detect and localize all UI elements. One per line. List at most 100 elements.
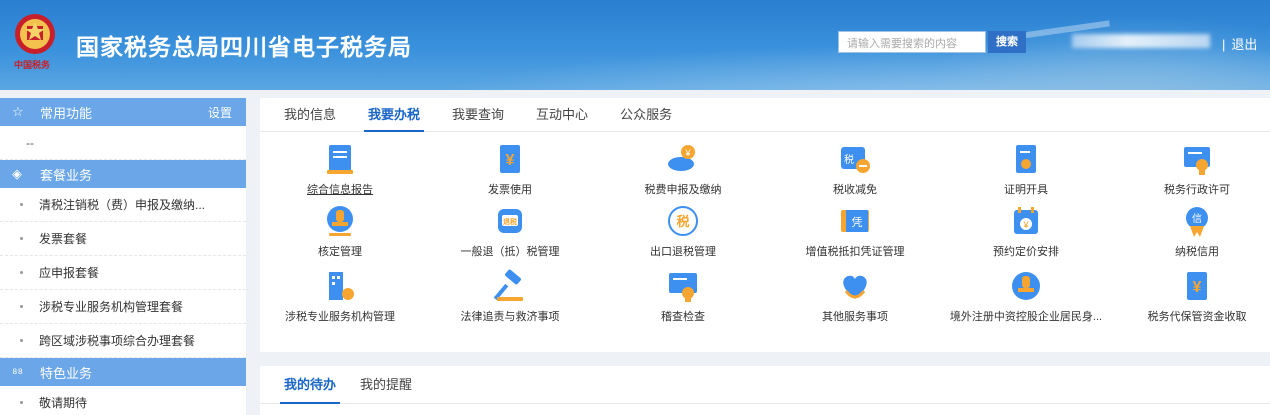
user-info-blurred xyxy=(1072,34,1210,48)
tax-emblem-logo: 中国税务 xyxy=(14,14,55,71)
settings-link[interactable]: 设置 xyxy=(208,104,232,121)
heart-icon xyxy=(843,275,867,299)
search-input[interactable]: 请输入需要搜索的内容 xyxy=(838,31,986,53)
function-item[interactable]: 税出口退税管理 xyxy=(603,204,763,259)
function-item[interactable]: 退税 一般退（抵）税管理 xyxy=(430,204,590,259)
tax-relief-icon: 税 xyxy=(841,147,870,173)
function-item[interactable]: 其他服务事项 xyxy=(775,269,935,324)
function-item[interactable]: 稽查检查 xyxy=(603,269,763,324)
export-refund-icon: 税 xyxy=(668,206,698,236)
function-item[interactable]: 核定管理 xyxy=(260,204,420,259)
sidebar-item[interactable]: 发票套餐 xyxy=(0,222,246,256)
function-item[interactable]: 法律追责与救济事项 xyxy=(430,269,590,324)
function-label: 出口退税管理 xyxy=(650,246,716,258)
svg-text:税: 税 xyxy=(844,153,854,166)
credit-icon: 信 xyxy=(1186,207,1208,237)
sidebar-item-label: 跨区域涉税事项综合办理套餐 xyxy=(39,334,196,348)
svg-text:税: 税 xyxy=(676,214,689,229)
function-item[interactable]: 凭增值税抵扣凭证管理 xyxy=(775,204,935,259)
function-label: 发票使用 xyxy=(488,184,532,196)
sidebar-item[interactable]: 涉税专业服务机构管理套餐 xyxy=(0,290,246,324)
function-label: 涉税专业服务机构管理 xyxy=(285,311,395,323)
star-icon: ☆ xyxy=(12,104,24,119)
refund-icon: 退税 xyxy=(498,209,522,233)
sidebar-head-common[interactable]: ☆ 常用功能 设置 xyxy=(0,98,246,126)
sidebar-head-package[interactable]: ◈ 套餐业务 xyxy=(0,160,246,188)
sidebar-item[interactable]: 应申报套餐 xyxy=(0,256,246,290)
search-button[interactable]: 搜索 xyxy=(988,31,1026,53)
tab-interaction[interactable]: 互动中心 xyxy=(536,98,588,131)
sidebar-head-label: 常用功能 xyxy=(40,105,93,121)
tax-payment-icon: ¥ xyxy=(668,145,695,171)
sidebar-head-label: 特色业务 xyxy=(40,365,93,381)
function-item[interactable]: 证明开具 xyxy=(946,142,1106,197)
grid-icon: ⁸⁸ xyxy=(12,364,23,380)
sidebar-head-label: 套餐业务 xyxy=(40,167,93,183)
gavel-icon xyxy=(493,269,523,301)
function-label: 证明开具 xyxy=(1004,184,1048,196)
agency-icon xyxy=(329,272,354,300)
function-item[interactable]: 境外注册中资控股企业居民身... xyxy=(946,269,1106,324)
report-icon xyxy=(327,145,353,174)
function-item[interactable]: 信纳税信用 xyxy=(1117,204,1270,259)
tab-my-info[interactable]: 我的信息 xyxy=(284,98,336,131)
function-item[interactable]: 税务行政许可 xyxy=(1117,142,1270,197)
tab-public-service[interactable]: 公众服务 xyxy=(620,98,672,131)
function-panel: 我的信息 我要办税 我要查询 互动中心 公众服务 综合信息报告 ¥ 发票使用 ¥ 税费申… xyxy=(260,98,1270,352)
pricing-calendar-icon: ¥ xyxy=(1014,207,1038,234)
tab-query[interactable]: 我要查询 xyxy=(452,98,504,131)
custody-icon: ¥ xyxy=(1187,272,1207,300)
svg-text:信: 信 xyxy=(1192,213,1202,225)
license-icon xyxy=(1184,147,1210,175)
svg-text:中国税务: 中国税务 xyxy=(14,59,51,71)
inspection-icon xyxy=(669,273,697,302)
svg-text:¥: ¥ xyxy=(684,148,691,158)
sidebar-item[interactable]: 清税注销税（费）申报及缴纳... xyxy=(0,188,246,222)
separator: | xyxy=(1222,37,1226,52)
function-item[interactable]: 税税收减免 xyxy=(775,142,935,197)
function-label: 纳税信用 xyxy=(1175,246,1219,258)
tab-my-todo[interactable]: 我的待办 xyxy=(279,366,341,404)
function-label: 增值税抵扣凭证管理 xyxy=(805,246,905,258)
bullet-icon xyxy=(20,401,23,404)
bullet-icon xyxy=(20,339,23,342)
sidebar-item[interactable]: 跨区域涉税事项综合办理套餐 xyxy=(0,324,246,358)
function-item[interactable]: ¥ 发票使用 xyxy=(430,142,590,197)
sidebar-head-special[interactable]: ⁸⁸ 特色业务 xyxy=(0,358,246,386)
todo-tabs: 我的待办 我的提醒 xyxy=(260,366,1270,404)
certificate-icon xyxy=(1016,145,1036,173)
function-label: 核定管理 xyxy=(318,246,362,258)
function-label: 境外注册中资控股企业居民身... xyxy=(949,311,1103,323)
sidebar-item-label: 发票套餐 xyxy=(39,232,88,246)
bullet-icon xyxy=(20,203,23,206)
logout-link[interactable]: 退出 xyxy=(1231,37,1257,52)
tab-my-reminders[interactable]: 我的提醒 xyxy=(360,366,412,403)
sidebar-item-label: 应申报套餐 xyxy=(39,266,100,280)
function-item[interactable]: ¥ 税务代保管资金收取 xyxy=(1117,269,1270,324)
function-label: 税费申报及缴纳 xyxy=(644,184,722,196)
svg-text:退税: 退税 xyxy=(503,217,517,226)
sidebar: ☆ 常用功能 设置 -- ◈ 套餐业务 清税注销税（费）申报及缴纳... 发票套… xyxy=(0,98,246,415)
svg-text:¥: ¥ xyxy=(506,152,515,169)
function-item[interactable]: 综合信息报告 xyxy=(260,142,420,197)
sidebar-empty-item: -- xyxy=(0,126,246,160)
function-item[interactable]: ¥ 税费申报及缴纳 xyxy=(603,142,763,197)
function-label: 法律追责与救济事项 xyxy=(460,311,560,323)
function-item[interactable]: ¥ 预约定价安排 xyxy=(946,204,1106,259)
sidebar-item-label: 清税注销税（费）申报及缴纳... xyxy=(39,198,206,212)
sidebar-item[interactable]: 敬请期待 xyxy=(0,386,246,415)
logout-area: | 退出 xyxy=(1222,34,1257,53)
bullet-icon xyxy=(20,237,23,240)
svg-text:¥: ¥ xyxy=(1193,279,1202,296)
function-label: 稽查检查 xyxy=(661,311,705,323)
bullet-icon xyxy=(20,305,23,308)
function-label: 税务代保管资金收取 xyxy=(1147,311,1247,323)
stamp-icon xyxy=(327,206,353,236)
function-label: 其他服务事项 xyxy=(822,311,888,323)
site-title: 国家税务总局四川省电子税务局 xyxy=(76,34,412,60)
sidebar-item-label: 敬请期待 xyxy=(39,396,88,410)
function-item[interactable]: 涉税专业服务机构管理 xyxy=(260,269,420,324)
function-label: 税务行政许可 xyxy=(1164,184,1230,196)
voucher-icon: 凭 xyxy=(841,210,869,232)
tab-tax-handling[interactable]: 我要办税 xyxy=(364,98,425,132)
